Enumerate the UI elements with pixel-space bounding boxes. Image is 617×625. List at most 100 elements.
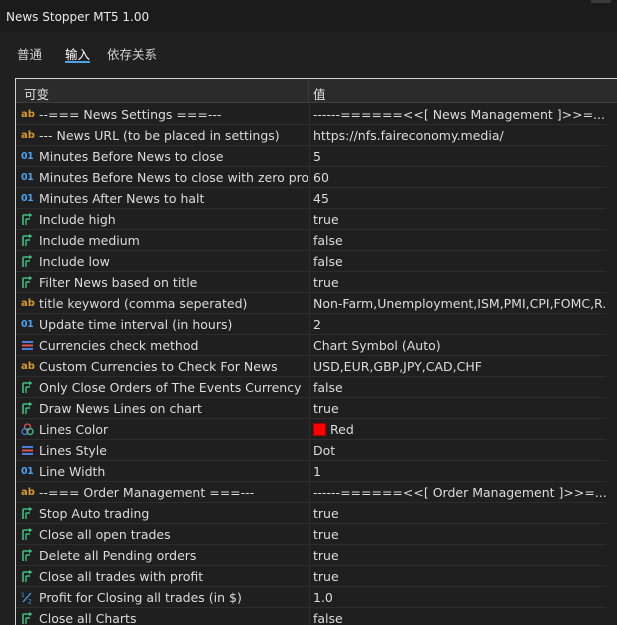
row-variable-cell[interactable]: Stop Auto trading	[16, 503, 308, 523]
table-row[interactable]: Lines Color Red	[16, 419, 606, 440]
row-variable-cell[interactable]: Currencies check method	[16, 335, 308, 355]
row-variable-cell[interactable]: Close all trades with profit	[16, 566, 308, 586]
column-separator[interactable]	[308, 79, 309, 103]
row-variable-cell[interactable]: Only Close Orders of The Events Currency	[16, 377, 308, 397]
row-value-cell[interactable]: USD,EUR,GBP,JPY,CAD,CHF	[309, 356, 606, 376]
row-value-cell[interactable]: false	[309, 230, 606, 250]
row-value-text: Dot	[313, 443, 336, 458]
row-variable-label: Include high	[39, 212, 116, 227]
table-row[interactable]: 01 Update time interval (in hours) 2	[16, 314, 606, 335]
row-variable-cell[interactable]: Draw News Lines on chart	[16, 398, 308, 418]
row-value-text: true	[313, 527, 339, 542]
table-row[interactable]: Lines Style Dot	[16, 440, 606, 461]
row-variable-label: Include medium	[39, 233, 140, 248]
column-header-variable[interactable]: 可变	[24, 84, 49, 103]
double-half-icon: 12	[21, 591, 35, 604]
table-row[interactable]: ab title keyword (comma seperated) Non-Far…	[16, 293, 606, 314]
row-value-text: true	[313, 548, 339, 563]
row-value-cell[interactable]: Chart Symbol (Auto)	[309, 335, 606, 355]
table-row[interactable]: Close all trades with profit true	[16, 566, 606, 587]
table-row[interactable]: Include low false	[16, 251, 606, 272]
table-row[interactable]: ab --=== Order Management ===--- ------===…	[16, 482, 606, 503]
table-row[interactable]: 01 Minutes Before News to close 5	[16, 146, 606, 167]
table-row[interactable]: Currencies check method Chart Symbol (Aut…	[16, 335, 606, 356]
table-row[interactable]: Delete all Pending orders true	[16, 545, 606, 566]
row-variable-cell[interactable]: Filter News based on title	[16, 272, 308, 292]
row-value-cell[interactable]: Dot	[309, 440, 606, 460]
tab-dependencies[interactable]: 依存关系	[107, 44, 157, 63]
row-variable-cell[interactable]: 01 Minutes Before News to close with zero…	[16, 167, 308, 187]
row-variable-cell[interactable]: Include low	[16, 251, 308, 271]
row-variable-label: Close all trades with profit	[39, 569, 204, 584]
row-variable-label: Update time interval (in hours)	[39, 317, 233, 332]
row-value-cell[interactable]: 45	[309, 188, 606, 208]
row-value-cell[interactable]: true	[309, 398, 606, 418]
row-value-cell[interactable]: Red	[309, 419, 606, 439]
table-row[interactable]: Stop Auto trading true	[16, 503, 606, 524]
bool-arrow-icon	[21, 234, 35, 247]
row-variable-label: Close all open trades	[39, 527, 171, 542]
row-variable-cell[interactable]: ab title keyword (comma seperated)	[16, 293, 308, 313]
row-variable-label: Line Width	[39, 464, 106, 479]
row-value-cell[interactable]: false	[309, 251, 606, 271]
tab-general[interactable]: 普通	[17, 44, 42, 63]
table-row[interactable]: Close all open trades true	[16, 524, 606, 545]
row-value-cell[interactable]: ------======<<[ News Management ]>>=...	[309, 104, 606, 124]
row-variable-cell[interactable]: 01 Minutes Before News to close	[16, 146, 308, 166]
row-variable-cell[interactable]: ab --=== News Settings ===---	[16, 104, 308, 124]
row-value-cell[interactable]: true	[309, 209, 606, 229]
row-value-cell[interactable]: 1.0	[309, 587, 606, 607]
row-variable-cell[interactable]: Include medium	[16, 230, 308, 250]
row-value-cell[interactable]: true	[309, 545, 606, 565]
row-value-cell[interactable]: 2	[309, 314, 606, 334]
table-row[interactable]: ab Custom Currencies to Check For News USD…	[16, 356, 606, 377]
table-row[interactable]: 01 Minutes Before News to close with zero…	[16, 167, 606, 188]
row-variable-cell[interactable]: ab --=== Order Management ===---	[16, 482, 308, 502]
row-variable-cell[interactable]: Close all open trades	[16, 524, 308, 544]
row-value-text: true	[313, 275, 339, 290]
table-row[interactable]: Draw News Lines on chart true	[16, 398, 606, 419]
row-value-text: Non-Farm,Unemployment,ISM,PMI,CPI,FOMC,R…	[313, 296, 606, 311]
row-value-cell[interactable]: false	[309, 608, 606, 625]
table-row[interactable]: Include high true	[16, 209, 606, 230]
row-variable-cell[interactable]: 01 Update time interval (in hours)	[16, 314, 308, 334]
window-title: News Stopper MT5 1.00	[6, 10, 150, 24]
ab-string-icon: ab	[21, 487, 35, 498]
row-variable-cell[interactable]: 01 Minutes After News to halt	[16, 188, 308, 208]
column-header-value[interactable]: 值	[313, 84, 326, 103]
row-value-cell[interactable]: true	[309, 503, 606, 523]
row-value-cell[interactable]: 1	[309, 461, 606, 481]
row-variable-cell[interactable]: Delete all Pending orders	[16, 545, 308, 565]
color-swatch	[313, 423, 326, 436]
row-value-cell[interactable]: true	[309, 272, 606, 292]
row-value-text: ------======<<[ Order Management ]>>=...	[313, 485, 606, 500]
row-variable-cell[interactable]: 1 2 Profit for Closing all trades (in $)	[16, 587, 308, 607]
row-value-cell[interactable]: false	[309, 377, 606, 397]
row-variable-cell[interactable]: Lines Color	[16, 419, 308, 439]
row-value-cell[interactable]: ------======<<[ Order Management ]>>=...	[309, 482, 606, 502]
table-row[interactable]: Filter News based on title true	[16, 272, 606, 293]
table-row[interactable]: 1 2 Profit for Closing all trades (in $) 1.…	[16, 587, 606, 608]
row-value-cell[interactable]: Non-Farm,Unemployment,ISM,PMI,CPI,FOMC,R…	[309, 293, 606, 313]
row-variable-cell[interactable]: 01 Line Width	[16, 461, 308, 481]
table-row[interactable]: 01 Minutes After News to halt 45	[16, 188, 606, 209]
table-row[interactable]: ab --=== News Settings ===--- ------======…	[16, 104, 606, 125]
enum-list-icon	[21, 339, 35, 352]
row-value-cell[interactable]: 5	[309, 146, 606, 166]
row-variable-cell[interactable]: Include high	[16, 209, 308, 229]
row-value-cell[interactable]: true	[309, 566, 606, 586]
table-row[interactable]: ab --- News URL (to be placed in settings…	[16, 125, 606, 146]
table-row[interactable]: Only Close Orders of The Events Currency…	[16, 377, 606, 398]
row-variable-cell[interactable]: ab --- News URL (to be placed in settings…	[16, 125, 308, 145]
row-variable-label: Minutes Before News to close	[39, 149, 224, 164]
table-row[interactable]: Include medium false	[16, 230, 606, 251]
row-variable-cell[interactable]: Lines Style	[16, 440, 308, 460]
row-variable-cell[interactable]: Close all Charts	[16, 608, 308, 625]
row-value-cell[interactable]: https://nfs.faireconomy.media/	[309, 125, 606, 145]
row-variable-cell[interactable]: ab Custom Currencies to Check For News	[16, 356, 308, 376]
row-value-text: Red	[330, 422, 354, 437]
table-row[interactable]: Close all Charts false	[16, 608, 606, 625]
table-row[interactable]: 01 Line Width 1	[16, 461, 606, 482]
row-value-cell[interactable]: true	[309, 524, 606, 544]
row-value-cell[interactable]: 60	[309, 167, 606, 187]
